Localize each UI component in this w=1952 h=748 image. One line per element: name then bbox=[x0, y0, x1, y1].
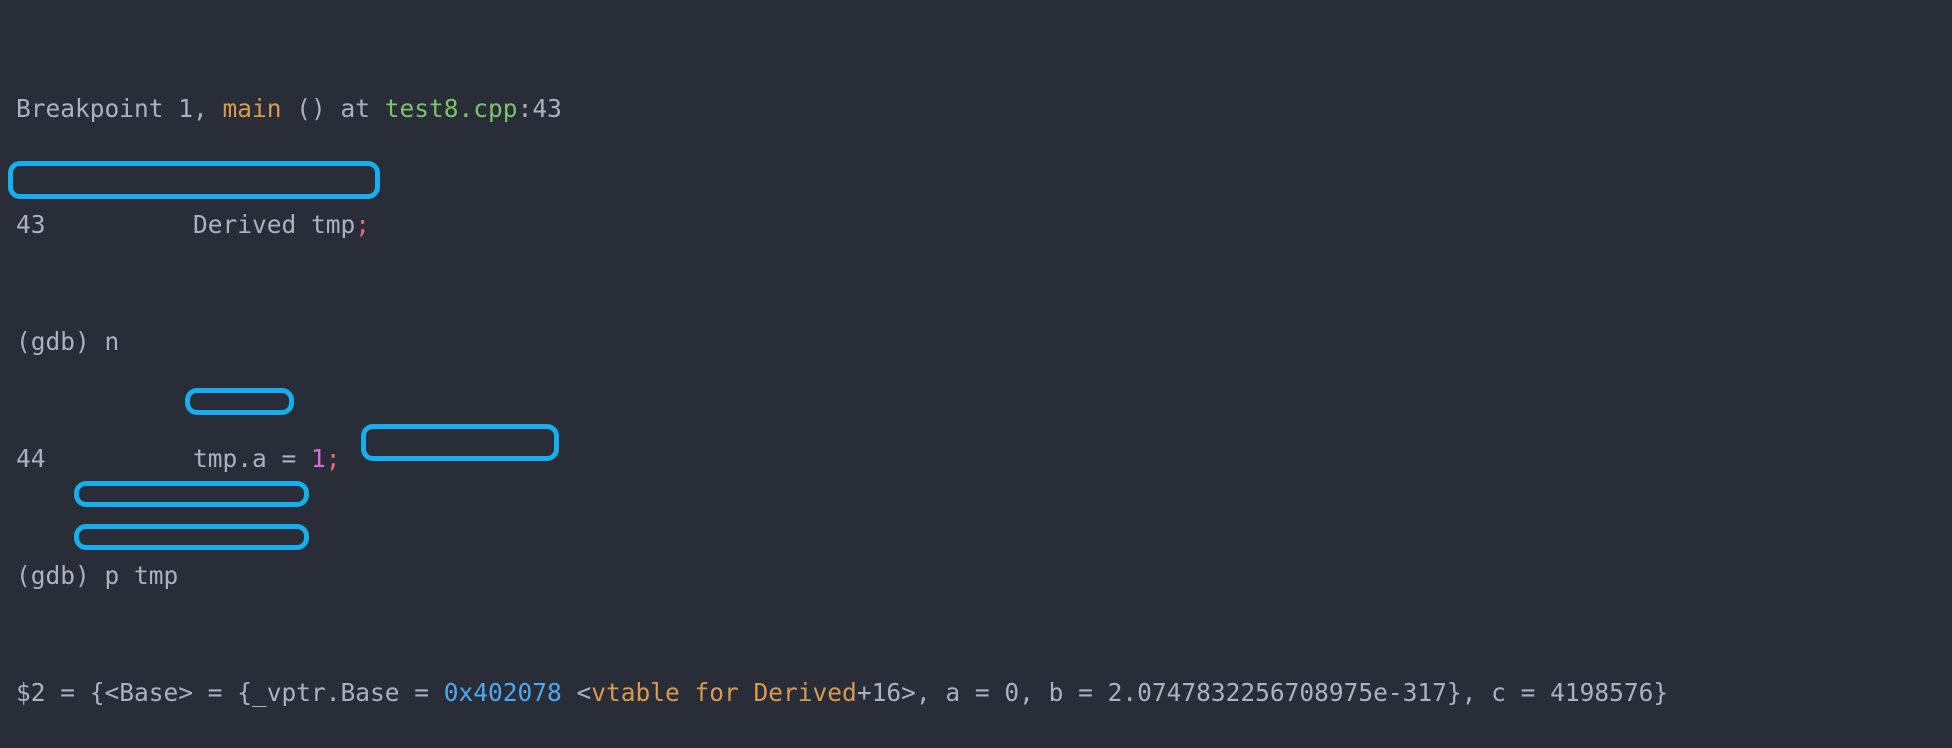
source-code-43: 43 Derived tmp bbox=[16, 210, 355, 239]
result-2-suffix: +16>, a = 0, b = 2.0747832256708975e-317… bbox=[857, 678, 1668, 707]
at-text: () at bbox=[282, 94, 385, 123]
vtable-symbol: vtable for Derived bbox=[591, 678, 857, 707]
semicolon: ; bbox=[326, 444, 341, 473]
source-lineno: :43 bbox=[518, 94, 562, 123]
breakpoint-text: Breakpoint 1, bbox=[16, 94, 223, 123]
terminal-line-source-44: 44 tmp.a = 1; bbox=[16, 444, 1952, 473]
terminal-line-source-43: 43 Derived tmp; bbox=[16, 210, 1952, 239]
angle-open: < bbox=[562, 678, 592, 707]
result-2-prefix: $2 = {<Base> = {_vptr.Base = bbox=[16, 678, 444, 707]
gdb-terminal-window[interactable]: Breakpoint 1, main () at test8.cpp:43 43… bbox=[0, 0, 1952, 748]
function-name: main bbox=[223, 94, 282, 123]
terminal-screen: Breakpoint 1, main () at test8.cpp:43 43… bbox=[16, 6, 1952, 748]
terminal-line-cmd-next: (gdb) n bbox=[16, 327, 1952, 356]
semicolon: ; bbox=[355, 210, 370, 239]
command-print-tmp: (gdb) p tmp bbox=[16, 561, 178, 590]
source-filename: test8.cpp bbox=[385, 94, 518, 123]
terminal-line-breakpoint: Breakpoint 1, main () at test8.cpp:43 bbox=[16, 94, 1952, 123]
command-next: (gdb) n bbox=[16, 327, 119, 356]
terminal-line-result-2: $2 = {<Base> = {_vptr.Base = 0x402078 <v… bbox=[16, 678, 1952, 707]
source-code-44: 44 tmp.a = bbox=[16, 444, 311, 473]
terminal-line-cmd-print-tmp: (gdb) p tmp bbox=[16, 561, 1952, 590]
vptr-address: 0x402078 bbox=[444, 678, 562, 707]
literal-one: 1 bbox=[311, 444, 326, 473]
